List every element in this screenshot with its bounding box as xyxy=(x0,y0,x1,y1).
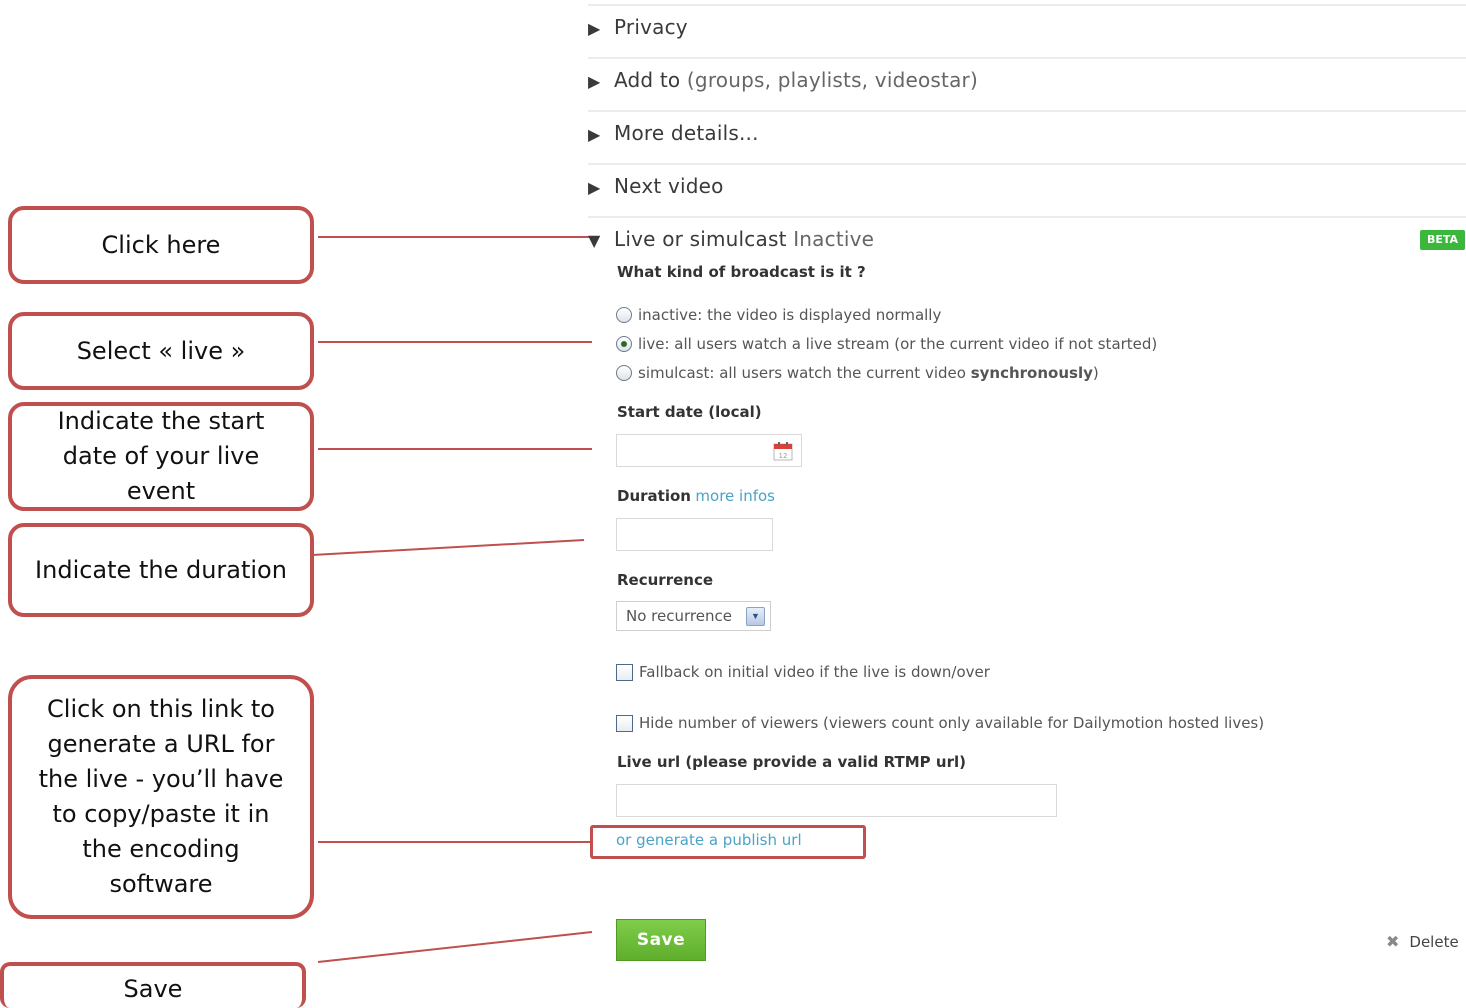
expand-arrow-icon: ▶ xyxy=(588,178,601,197)
recurrence-select[interactable]: No recurrence ▼ xyxy=(616,601,771,631)
hide-viewers-option[interactable]: Hide number of viewers (viewers count on… xyxy=(616,714,1264,732)
section-label: Live or simulcast xyxy=(614,227,787,251)
callout-select-live: Select « live » xyxy=(8,312,314,390)
expand-arrow-icon: ▶ xyxy=(588,19,601,38)
chevron-down-icon[interactable]: ▼ xyxy=(746,606,765,626)
hide-viewers-label: Hide number of viewers (viewers count on… xyxy=(639,714,1265,732)
hide-viewers-checkbox[interactable] xyxy=(616,714,633,732)
expand-arrow-icon: ▶ xyxy=(588,72,601,91)
radio-simulcast[interactable] xyxy=(616,365,632,381)
section-label: Privacy xyxy=(614,15,688,39)
delete-label: Delete xyxy=(1409,932,1459,951)
start-date-label: Start date (local) xyxy=(617,403,762,421)
callout-generate-url: Click on this link to generate a URL for… xyxy=(8,675,314,919)
radio-inactive-label: inactive: the video is displayed normall… xyxy=(638,306,942,324)
radio-live-label: live: all users watch a live stream (or … xyxy=(638,335,1158,353)
more-infos-link[interactable]: more infos xyxy=(695,487,775,505)
recurrence-value: No recurrence xyxy=(626,607,732,625)
section-label: More details... xyxy=(614,121,759,145)
generate-publish-url-link[interactable]: or generate a publish url xyxy=(616,831,802,849)
connector-save xyxy=(317,931,593,963)
callout-click-here: Click here xyxy=(8,206,314,284)
fallback-option[interactable]: Fallback on initial video if the live is… xyxy=(616,663,990,681)
section-more-details[interactable]: ▶ More details... xyxy=(588,110,1466,162)
section-next-video[interactable]: ▶ Next video xyxy=(588,163,1466,215)
radio-live[interactable] xyxy=(616,336,632,352)
delete-button[interactable]: ✖ Delete xyxy=(1386,932,1459,951)
callout-save: Save xyxy=(0,962,306,1008)
save-button[interactable]: Save xyxy=(616,919,706,961)
fallback-checkbox[interactable] xyxy=(616,663,633,681)
duration-label-row: Duration more infos xyxy=(617,487,775,506)
section-sublabel: (groups, playlists, videostar) xyxy=(686,68,978,92)
section-label: Add to xyxy=(614,68,681,92)
section-add-to[interactable]: ▶ Add to (groups, playlists, videostar) xyxy=(588,57,1466,109)
callout-start-date: Indicate the start date of your live eve… xyxy=(8,402,314,511)
radio-live-option[interactable]: live: all users watch a live stream (or … xyxy=(616,335,1157,353)
start-date-input[interactable]: 12 xyxy=(616,434,802,467)
close-icon: ✖ xyxy=(1386,932,1400,951)
section-live-simulcast[interactable]: ▼ Live or simulcast Inactive xyxy=(588,216,1466,256)
duration-label: Duration xyxy=(617,487,691,505)
svg-text:12: 12 xyxy=(779,452,788,460)
duration-input[interactable] xyxy=(616,518,773,551)
connector-duration xyxy=(311,539,585,556)
calendar-icon[interactable]: 12 xyxy=(773,441,793,461)
radio-inactive[interactable] xyxy=(616,307,632,323)
live-status: Inactive xyxy=(793,227,875,251)
section-label: Next video xyxy=(614,174,724,198)
radio-simulcast-option[interactable]: simulcast: all users watch the current v… xyxy=(616,364,1099,382)
radio-inactive-option[interactable]: inactive: the video is displayed normall… xyxy=(616,306,941,324)
callout-duration: Indicate the duration xyxy=(8,523,314,617)
recurrence-label: Recurrence xyxy=(617,571,714,589)
beta-badge: BETA xyxy=(1420,230,1465,250)
radio-simulcast-label: simulcast: all users watch the current v… xyxy=(638,364,1099,382)
live-url-input[interactable] xyxy=(616,784,1057,817)
section-privacy[interactable]: ▶ Privacy xyxy=(588,4,1466,56)
collapse-arrow-icon: ▼ xyxy=(588,231,601,250)
live-url-label: Live url (please provide a valid RTMP ur… xyxy=(617,753,966,771)
fallback-label: Fallback on initial video if the live is… xyxy=(639,663,990,681)
expand-arrow-icon: ▶ xyxy=(588,125,601,144)
broadcast-question: What kind of broadcast is it ? xyxy=(617,263,866,281)
